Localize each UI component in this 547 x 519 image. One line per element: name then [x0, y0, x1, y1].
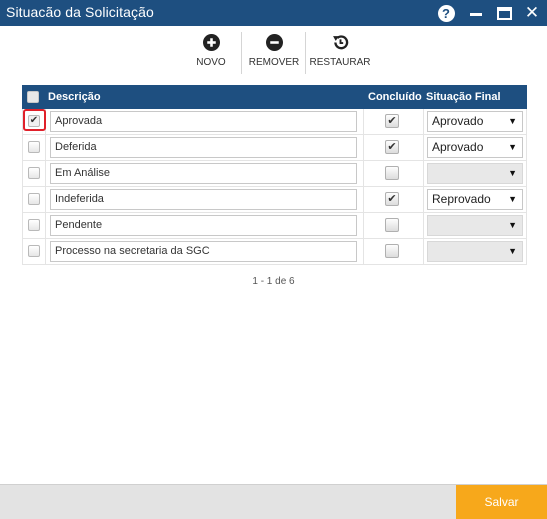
concluido-checkbox[interactable]: ✔	[385, 192, 399, 206]
minimize-icon[interactable]	[466, 3, 486, 23]
select-all-checkbox[interactable]	[27, 91, 39, 103]
footer-bar: Salvar	[0, 484, 547, 519]
remover-button[interactable]: REMOVER	[249, 30, 299, 76]
column-divider	[45, 239, 46, 265]
descricao-input[interactable]: Pendente	[50, 215, 357, 236]
dropdown-arrow-icon: ▼	[508, 142, 517, 152]
column-divider	[423, 239, 424, 265]
row-select-checkbox[interactable]	[28, 245, 40, 257]
situacao-final-select[interactable]: Reprovado ▼	[427, 189, 523, 210]
table-row[interactable]: Pendente ▼	[22, 213, 527, 239]
table-row[interactable]: Em Análise ▼	[22, 161, 527, 187]
concluido-checkbox[interactable]	[385, 166, 399, 180]
dropdown-arrow-icon: ▼	[508, 168, 517, 178]
situacao-final-value: Aprovado	[432, 114, 484, 128]
descricao-input[interactable]: Em Análise	[50, 163, 357, 184]
column-divider	[423, 161, 424, 187]
situacao-final-select[interactable]: Aprovado ▼	[427, 111, 523, 132]
table-row[interactable]: Processo na secretaria da SGC ▼	[22, 239, 527, 265]
dropdown-arrow-icon: ▼	[508, 220, 517, 230]
selection-highlight	[23, 109, 46, 131]
minus-circle-icon	[265, 34, 283, 51]
status-grid: Descrição Concluído Situação Final ✔ Apro…	[22, 85, 527, 265]
situacao-final-value: Reprovado	[432, 192, 491, 206]
close-icon[interactable]: ✕	[522, 3, 542, 23]
descricao-input[interactable]: Indeferida	[50, 189, 357, 210]
title-bar: Situacão da Solicitação ? ✕	[0, 0, 547, 26]
row-select-checkbox[interactable]	[28, 193, 40, 205]
column-divider	[45, 161, 46, 187]
restore-icon	[332, 35, 348, 50]
situacao-final-select[interactable]: ▼	[427, 215, 523, 236]
situacao-final-value: Aprovado	[432, 140, 484, 154]
column-divider	[423, 213, 424, 239]
table-row[interactable]: ✔ Aprovada ✔ Aprovado ▼	[22, 109, 527, 135]
column-divider	[423, 109, 424, 135]
descricao-input[interactable]: Processo na secretaria da SGC	[50, 241, 357, 262]
novo-label: NOVO	[196, 57, 226, 68]
dropdown-arrow-icon: ▼	[508, 246, 517, 256]
toolbar-divider	[241, 32, 242, 74]
save-button[interactable]: Salvar	[456, 485, 547, 519]
descricao-input[interactable]: Deferida	[50, 137, 357, 158]
grid-header: Descrição Concluído Situação Final	[22, 85, 527, 109]
column-header-situacao-final[interactable]: Situação Final	[426, 85, 501, 109]
column-divider	[45, 187, 46, 213]
column-divider	[363, 135, 364, 161]
situacao-final-select[interactable]: ▼	[427, 241, 523, 262]
column-divider	[423, 135, 424, 161]
column-divider	[363, 161, 364, 187]
dropdown-arrow-icon: ▼	[508, 194, 517, 204]
column-header-concluido[interactable]: Concluído	[368, 85, 422, 109]
restaurar-label: RESTAURAR	[309, 57, 371, 68]
situacao-final-select[interactable]: ▼	[427, 163, 523, 184]
table-row[interactable]: Deferida ✔ Aprovado ▼	[22, 135, 527, 161]
descricao-input[interactable]: Aprovada	[50, 111, 357, 132]
column-divider	[423, 187, 424, 213]
column-divider	[363, 239, 364, 265]
row-select-checkbox[interactable]	[28, 141, 40, 153]
maximize-icon[interactable]	[494, 3, 514, 23]
column-divider	[363, 187, 364, 213]
remover-label: REMOVER	[248, 57, 300, 68]
concluido-checkbox[interactable]: ✔	[385, 114, 399, 128]
row-select-checkbox[interactable]	[28, 167, 40, 179]
pager-info: 1 - 1 de 6	[252, 276, 295, 287]
situacao-final-select[interactable]: Aprovado ▼	[427, 137, 523, 158]
column-divider	[363, 213, 364, 239]
column-header-descricao[interactable]: Descrição	[48, 85, 101, 109]
help-icon[interactable]: ?	[436, 3, 456, 23]
toolbar-divider	[305, 32, 306, 74]
concluido-checkbox[interactable]	[385, 244, 399, 258]
column-divider	[45, 135, 46, 161]
plus-circle-icon	[202, 34, 220, 51]
concluido-checkbox[interactable]	[385, 218, 399, 232]
novo-button[interactable]: NOVO	[192, 30, 230, 76]
column-divider	[363, 109, 364, 135]
table-row[interactable]: Indeferida ✔ Reprovado ▼	[22, 187, 527, 213]
window-title: Situacão da Solicitação	[6, 4, 154, 20]
row-select-checkbox[interactable]	[28, 219, 40, 231]
restaurar-button[interactable]: RESTAURAR	[310, 30, 370, 76]
dropdown-arrow-icon: ▼	[508, 116, 517, 126]
column-divider	[45, 213, 46, 239]
concluido-checkbox[interactable]: ✔	[385, 140, 399, 154]
